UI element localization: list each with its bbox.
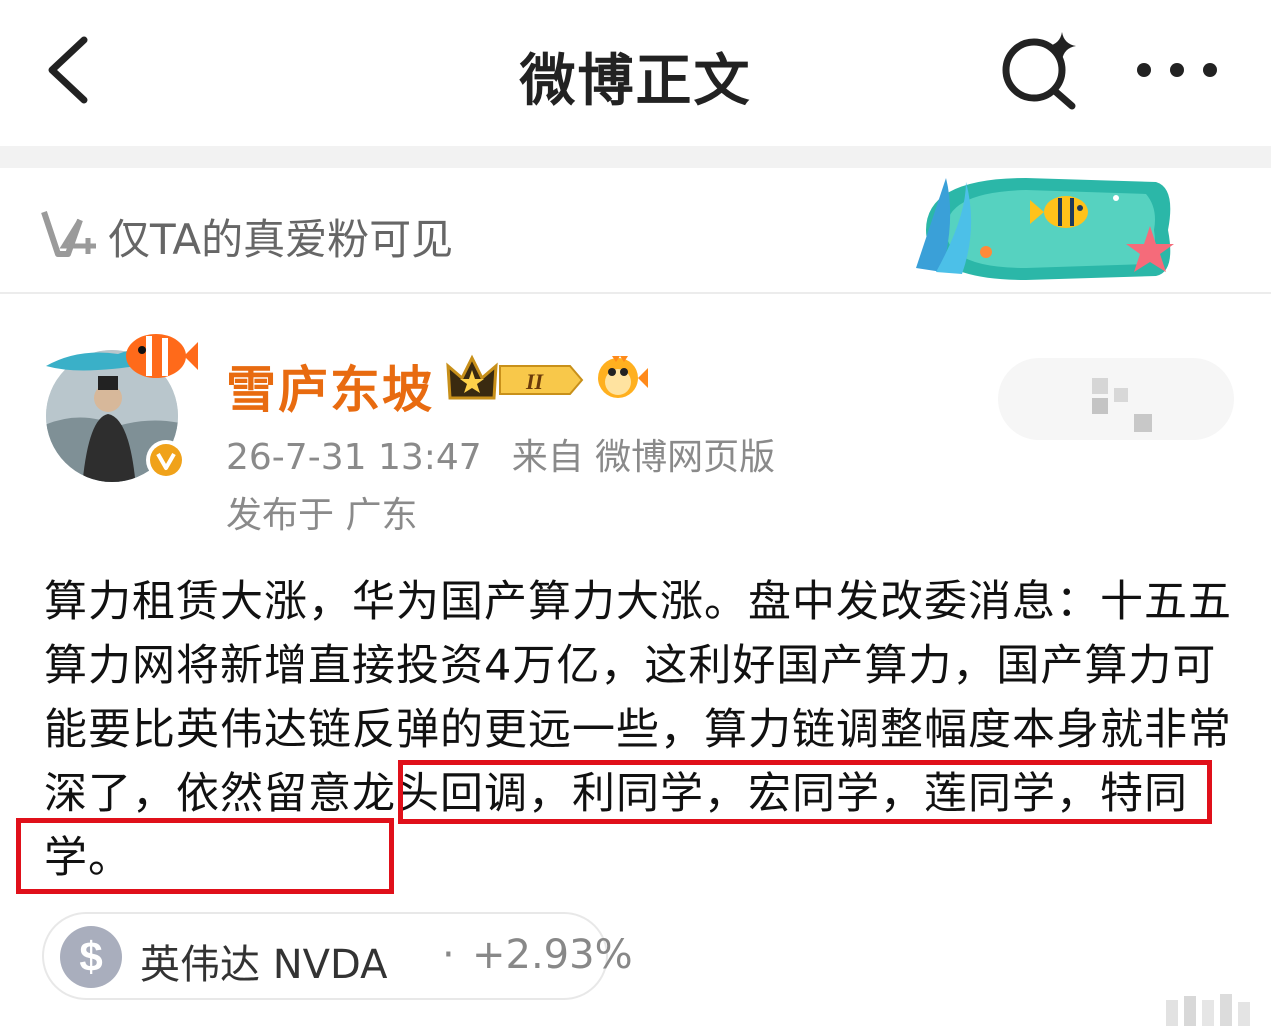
stock-chip[interactable]: $ 英伟达 NVDA · +2.93% [42,912,633,1000]
visibility-banner: 仅TA的真爱粉可见 [0,168,1271,294]
svg-text:II: II [525,369,545,394]
blurred-follow-button[interactable] [996,356,1236,442]
sparkle-search-icon[interactable] [996,28,1086,112]
post-source[interactable]: 来自 微博网页版 [512,437,775,478]
vip-plus-icon [41,211,96,257]
pufferfish-badge-icon [598,356,648,398]
stock-separator: · [442,932,455,978]
top-nav-bar: 微博正文 [0,0,1271,146]
author-name[interactable]: 雪庐东坡 [226,350,434,422]
more-dots-icon[interactable] [1132,50,1222,90]
stock-change: +2.93% [472,932,633,978]
highlight-box-2 [16,818,394,894]
section-separator [0,146,1271,168]
post-location: 发布于 广东 [226,495,418,536]
ocean-decoration-image [916,178,1174,280]
post-timestamp: 26-7-31 13:47 [226,437,482,478]
blurred-corner-decoration [1166,994,1250,1026]
stock-name: 英伟达 NVDA [140,942,388,988]
crown-badge-icon[interactable]: II [444,352,584,408]
avatar[interactable] [38,318,198,488]
post-meta: 26-7-31 13:47 来自 微博网页版 [226,428,775,480]
visibility-label: 仅TA的真爱粉可见 [108,215,454,264]
highlight-box-1 [398,760,1212,824]
dollar-icon: $ [60,926,122,988]
